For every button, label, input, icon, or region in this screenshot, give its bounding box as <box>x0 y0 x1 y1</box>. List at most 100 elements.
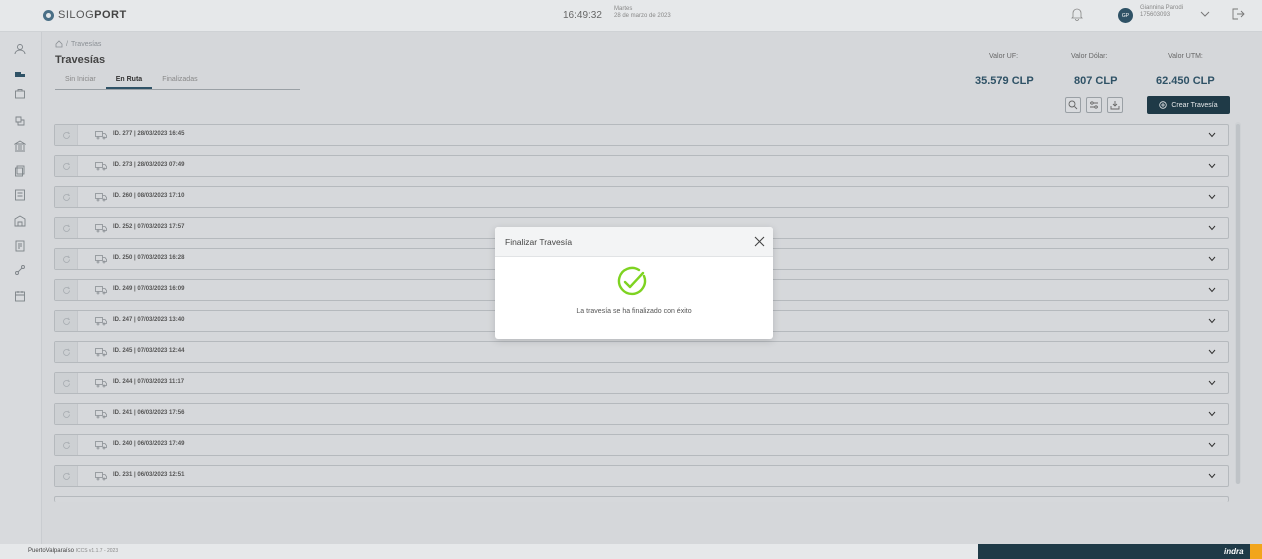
list-item[interactable]: ID. 241 | 06/03/2023 17:56 <box>54 403 1229 425</box>
truck-icon <box>95 348 107 357</box>
chevron-down-icon[interactable] <box>1208 256 1216 262</box>
chevron-down-icon[interactable] <box>1208 442 1216 448</box>
row-label: ID. 247 | 07/03/2023 13:40 <box>113 317 185 323</box>
create-travesia-button[interactable]: Crear Travesía <box>1147 96 1230 114</box>
status-refresh-icon <box>55 466 78 486</box>
finalizar-travesia-dialog: Finalizar Travesía La travesía se ha fin… <box>495 227 773 339</box>
chevron-down-icon[interactable] <box>1208 163 1216 169</box>
truck-icon <box>95 162 107 171</box>
chevron-down-icon[interactable] <box>1208 411 1216 417</box>
tab-bar: Sin Iniciar En Ruta Finalizadas <box>55 74 300 90</box>
close-icon[interactable] <box>754 236 765 247</box>
search-button[interactable] <box>1065 97 1081 113</box>
sidebar-item-truck-icon[interactable] <box>14 69 26 81</box>
sidebar-item-calculator-icon[interactable] <box>14 189 26 201</box>
scrollbar-thumb[interactable] <box>1236 124 1240 484</box>
logout-icon[interactable] <box>1231 7 1245 21</box>
row-label: ID. 277 | 28/03/2023 16:45 <box>113 131 185 137</box>
filter-icon <box>1090 101 1098 109</box>
success-check-icon <box>617 266 647 296</box>
sidebar-item-ship-icon[interactable] <box>14 115 26 127</box>
dolar-value: 807 CLP <box>1074 75 1118 87</box>
chevron-down-icon[interactable] <box>1208 380 1216 386</box>
top-bar: SILOGPORT 16:49:32 Martes 28 de marzo de… <box>0 0 1262 32</box>
status-refresh-icon <box>55 435 78 455</box>
chevron-down-icon[interactable] <box>1208 194 1216 200</box>
list-item[interactable]: ID. 240 | 06/03/2023 17:49 <box>54 434 1229 456</box>
tab-finalizadas[interactable]: Finalizadas <box>152 74 207 89</box>
chevron-down-icon[interactable] <box>1208 473 1216 479</box>
truck-icon <box>95 379 107 388</box>
utm-value: 62.450 CLP <box>1156 75 1215 87</box>
truck-icon <box>95 441 107 450</box>
sidebar-item-calendar-icon[interactable] <box>14 290 26 302</box>
row-label: ID. 241 | 06/03/2023 17:56 <box>113 410 185 416</box>
chevron-down-icon[interactable] <box>1208 287 1216 293</box>
dialog-message: La travesía se ha finalizado con éxito <box>576 308 692 315</box>
sidebar-item-report-icon[interactable] <box>14 240 26 252</box>
download-button[interactable] <box>1107 97 1123 113</box>
row-label: ID. 249 | 07/03/2023 16:09 <box>113 286 185 292</box>
sidebar-item-share-icon[interactable] <box>14 264 26 276</box>
sidebar-item-building-icon[interactable] <box>14 140 26 152</box>
status-refresh-icon <box>55 218 78 238</box>
avatar[interactable]: GP <box>1118 8 1133 23</box>
row-label: ID. 231 | 06/03/2023 12:51 <box>113 472 185 478</box>
sidebar-item-documents-icon[interactable] <box>14 165 26 177</box>
sidebar-item-container-icon[interactable] <box>14 88 26 100</box>
status-refresh-icon <box>55 156 78 176</box>
truck-icon <box>95 193 107 202</box>
sidebar-item-warehouse-icon[interactable] <box>14 215 26 227</box>
list-item[interactable]: ID. 273 | 28/03/2023 07:49 <box>54 155 1229 177</box>
truck-icon <box>95 472 107 481</box>
partner-logo: indra <box>1224 547 1244 556</box>
row-label: ID. 240 | 06/03/2023 17:49 <box>113 441 185 447</box>
filter-button[interactable] <box>1086 97 1102 113</box>
truck-icon <box>95 224 107 233</box>
row-label: ID. 244 | 07/03/2023 11:17 <box>113 379 185 385</box>
bell-icon[interactable] <box>1070 7 1084 21</box>
truck-icon <box>95 410 107 419</box>
app-logo[interactable]: SILOGPORT <box>43 9 127 21</box>
breadcrumb-separator: / <box>66 40 68 48</box>
date: 28 de marzo de 2023 <box>614 13 671 19</box>
list-item[interactable]: ID. 245 | 07/03/2023 12:44 <box>54 341 1229 363</box>
status-refresh-icon <box>55 125 78 145</box>
chevron-down-icon[interactable] <box>1200 10 1210 18</box>
list-item[interactable]: ID. 277 | 28/03/2023 16:45 <box>54 124 1229 146</box>
uf-label: Valor UF: <box>989 53 1019 60</box>
list-item-partial <box>54 496 1229 502</box>
user-info[interactable]: Giannina Parodi 175603093 <box>1140 5 1183 19</box>
chevron-down-icon[interactable] <box>1208 318 1216 324</box>
footer-version: ICCS v1.1.7 - 2023 <box>75 548 119 554</box>
footer-brand: PuertoValparaíso ICCS v1.1.7 - 2023 <box>28 548 119 554</box>
sidebar <box>0 32 42 544</box>
status-refresh-icon <box>55 311 78 331</box>
row-label: ID. 260 | 08/03/2023 17:10 <box>113 193 185 199</box>
date-display: Martes 28 de marzo de 2023 <box>614 6 671 20</box>
plus-circle-icon <box>1159 101 1168 109</box>
row-label: ID. 252 | 07/03/2023 17:57 <box>113 224 185 230</box>
list-item[interactable]: ID. 244 | 07/03/2023 11:17 <box>54 372 1229 394</box>
truck-icon <box>95 131 107 140</box>
row-label: ID. 250 | 07/03/2023 16:28 <box>113 255 185 261</box>
sidebar-item-users-icon[interactable] <box>14 43 26 55</box>
chevron-down-icon[interactable] <box>1208 132 1216 138</box>
row-label: ID. 245 | 07/03/2023 12:44 <box>113 348 185 354</box>
status-refresh-icon <box>55 187 78 207</box>
tab-en-ruta[interactable]: En Ruta <box>105 74 153 89</box>
list-item[interactable]: ID. 231 | 06/03/2023 12:51 <box>54 465 1229 487</box>
search-icon <box>1068 100 1078 110</box>
chevron-down-icon[interactable] <box>1208 349 1216 355</box>
uf-value: 35.579 CLP <box>975 75 1034 87</box>
breadcrumb-current[interactable]: Travesías <box>71 41 101 48</box>
chevron-down-icon[interactable] <box>1208 225 1216 231</box>
tab-sin-iniciar[interactable]: Sin Iniciar <box>55 74 106 89</box>
home-icon[interactable] <box>55 40 63 48</box>
weekday: Martes <box>614 6 633 12</box>
utm-label: Valor UTM: <box>1168 53 1203 60</box>
dolar-label: Valor Dólar: <box>1071 53 1108 60</box>
user-name: Giannina Parodi <box>1140 5 1184 11</box>
breadcrumb: / Travesías <box>55 40 101 48</box>
list-item[interactable]: ID. 260 | 08/03/2023 17:10 <box>54 186 1229 208</box>
